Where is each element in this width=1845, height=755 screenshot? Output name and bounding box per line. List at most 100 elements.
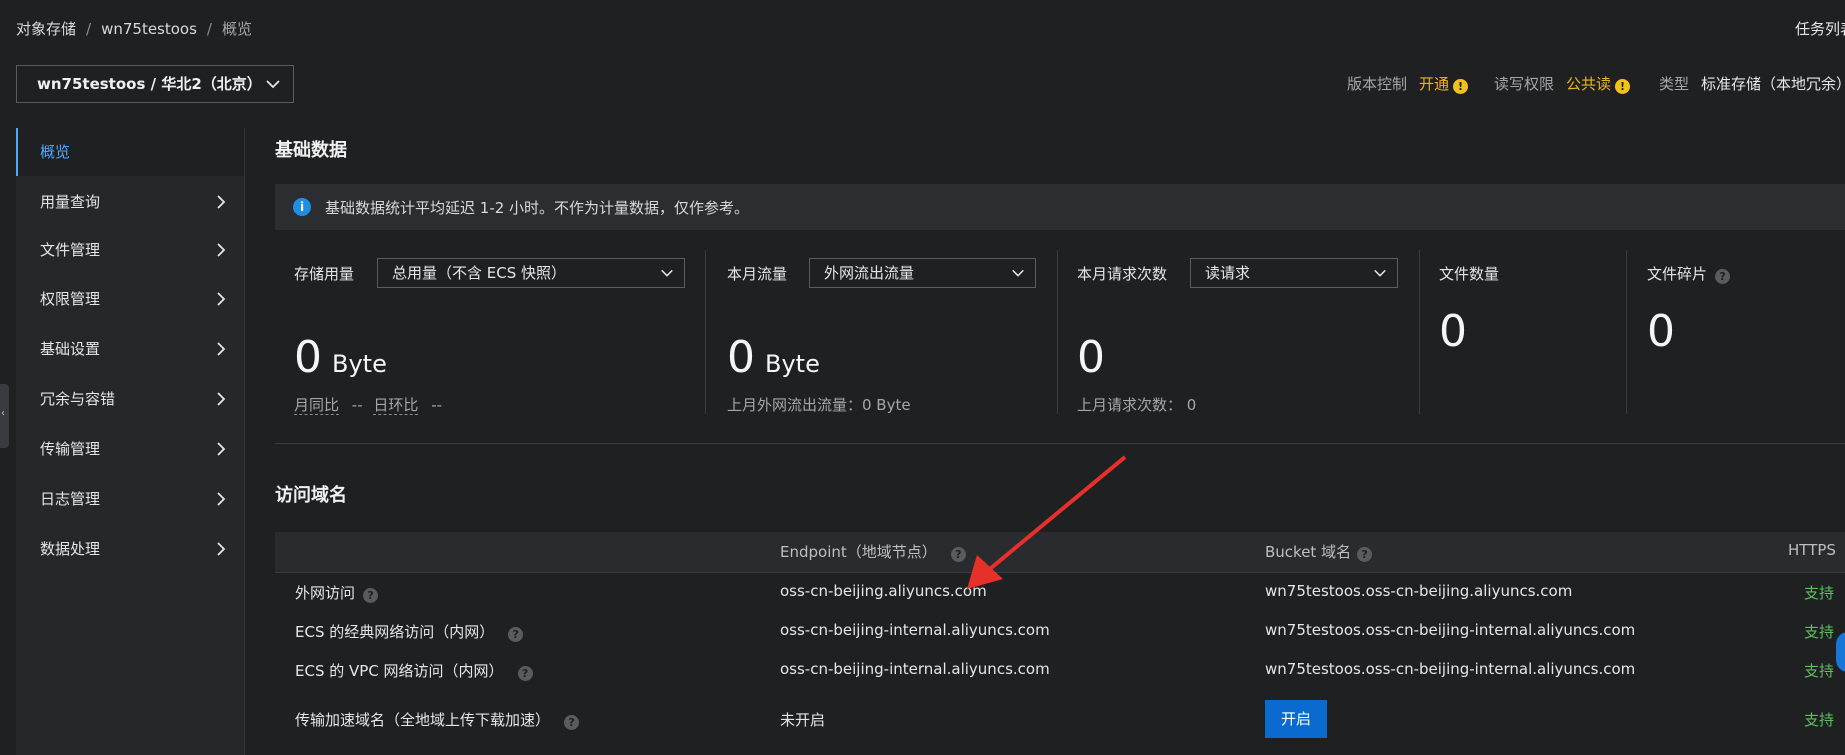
row-https-status: 支持 — [1804, 662, 1835, 680]
chevron-right-icon — [217, 442, 226, 456]
storage-type-value: 标准存储（本地冗余） — [1701, 75, 1845, 93]
row-https-status: 支持 — [1804, 711, 1835, 729]
column-header-label: Endpoint（地域节点） — [780, 543, 937, 561]
sidebar-item-overview[interactable]: 概览 — [16, 128, 244, 176]
storage-usage-label: 存储用量 — [294, 265, 355, 283]
row-name-text: ECS 的 VPC 网络访问（内网） — [295, 662, 504, 680]
row-bucket-domain[interactable]: wn75testoos.oss-cn-beijing-internal.aliy… — [1265, 621, 1635, 639]
requests-label: 本月请求次数 — [1077, 265, 1168, 283]
chevron-right-icon — [217, 195, 226, 209]
sidebar-item-label: 数据处理 — [40, 540, 101, 558]
version-control-value[interactable]: 开通 — [1419, 75, 1449, 93]
help-icon[interactable]: ? — [1715, 269, 1731, 284]
bucket-selector-label: wn75testoos / 华北2（北京） — [37, 75, 262, 93]
acl-label: 读写权限 — [1494, 75, 1555, 93]
row-endpoint[interactable]: oss-cn-beijing-internal.aliyuncs.com — [780, 660, 1050, 678]
collapse-arrow-icon: ‹ — [1, 408, 5, 419]
help-icon[interactable]: ? — [564, 715, 580, 730]
storage-value-unit: Byte — [332, 350, 387, 378]
help-icon[interactable]: ? — [508, 627, 524, 642]
breadcrumb-item[interactable]: wn75testoos — [101, 20, 197, 38]
dod-label[interactable]: 日环比 — [373, 396, 419, 415]
sidebar-item-label: 冗余与容错 — [40, 390, 116, 408]
row-name-text: 传输加速域名（全地域上传下载加速） — [295, 711, 551, 729]
breadcrumb: 对象存储 / wn75testoos / 概览 — [16, 18, 252, 39]
column-header-label: Bucket 域名 — [1265, 543, 1352, 561]
chevron-right-icon — [217, 542, 226, 556]
row-https-status: 支持 — [1804, 623, 1835, 641]
row-bucket-domain[interactable]: wn75testoos.oss-cn-beijing.aliyuncs.com — [1265, 582, 1572, 600]
requests-value: 0 — [1077, 332, 1105, 383]
row-name-text: ECS 的经典网络访问（内网） — [295, 623, 495, 641]
acl-value[interactable]: 公共读 — [1566, 75, 1611, 93]
annotation-arrow — [967, 455, 1127, 589]
row-endpoint: 未开启 — [780, 711, 826, 729]
acl-status: 读写权限 公共读! — [1494, 73, 1631, 94]
sidebar-item-transfer[interactable]: 传输管理 — [16, 425, 244, 473]
sidebar-item-basic-settings[interactable]: 基础设置 — [16, 325, 244, 373]
chevron-down-icon — [1374, 269, 1386, 277]
fragments-label-text: 文件碎片 — [1647, 265, 1708, 283]
section-divider — [275, 443, 1845, 444]
chevron-down-icon — [661, 269, 673, 277]
stat-divider — [1057, 250, 1058, 414]
basic-data-notice: i 基础数据统计平均延迟 1-2 小时。不作为计量数据，仅作参考。 — [275, 184, 1845, 230]
requests-select[interactable]: 读请求 — [1190, 258, 1398, 288]
storage-type-label: 类型 — [1659, 75, 1690, 93]
row-name: ECS 的经典网络访问（内网）? — [295, 621, 524, 642]
help-icon[interactable]: ? — [1357, 547, 1373, 562]
bucket-selector[interactable]: wn75testoos / 华北2（北京） — [16, 65, 294, 103]
breadcrumb-separator: / — [206, 20, 212, 38]
traffic-label: 本月流量 — [727, 265, 788, 283]
row-bucket-domain[interactable]: wn75testoos.oss-cn-beijing-internal.aliy… — [1265, 660, 1635, 678]
info-icon: i — [293, 198, 311, 216]
floating-help-button[interactable] — [1836, 632, 1845, 672]
sidebar-item-label: 文件管理 — [40, 241, 101, 259]
column-header-endpoint: Endpoint（地域节点）? — [780, 541, 966, 562]
stat-divider — [1419, 250, 1420, 414]
fragments-label: 文件碎片? — [1647, 263, 1731, 284]
sidebar-item-label: 权限管理 — [40, 290, 101, 308]
storage-comparison: 月同比 -- 日环比 -- — [294, 394, 442, 415]
sidebar-item-data-processing[interactable]: 数据处理 — [16, 525, 244, 573]
sidebar-item-label: 基础设置 — [40, 340, 101, 358]
chevron-right-icon — [217, 292, 226, 306]
row-https-status: 支持 — [1804, 584, 1835, 602]
sidebar-item-label: 传输管理 — [40, 440, 101, 458]
version-control-status: 版本控制 开通! — [1347, 73, 1469, 94]
breadcrumb-item[interactable]: 对象存储 — [16, 20, 76, 38]
sidebar-item-permissions[interactable]: 权限管理 — [16, 275, 244, 323]
sidebar-item-redundancy[interactable]: 冗余与容错 — [16, 375, 244, 423]
storage-usage-value: 0 Byte — [294, 332, 387, 383]
row-name: 传输加速域名（全地域上传下载加速）? — [295, 709, 580, 730]
column-header-https: HTTPS — [1788, 541, 1836, 559]
sidebar-item-label: 日志管理 — [40, 490, 101, 508]
help-icon[interactable]: ? — [363, 588, 379, 603]
storage-usage-select[interactable]: 总用量（不含 ECS 快照） — [377, 258, 685, 288]
mom-label[interactable]: 月同比 — [294, 396, 340, 415]
traffic-select[interactable]: 外网流出流量 — [809, 258, 1036, 288]
row-endpoint[interactable]: oss-cn-beijing-internal.aliyuncs.com — [780, 621, 1050, 639]
sidebar-collapse-handle[interactable]: ‹ — [0, 384, 9, 448]
help-icon[interactable]: ? — [517, 666, 533, 681]
sidebar-item-label: 用量查询 — [40, 193, 101, 211]
warning-icon: ! — [1453, 79, 1469, 94]
mom-value: -- — [351, 396, 363, 414]
column-header-bucket-domain: Bucket 域名? — [1265, 541, 1373, 562]
breadcrumb-current: 概览 — [221, 20, 252, 38]
chevron-right-icon — [217, 243, 226, 257]
fragments-value: 0 — [1647, 306, 1675, 357]
enable-acceleration-button[interactable]: 开启 — [1265, 700, 1327, 738]
file-count-label: 文件数量 — [1439, 265, 1500, 283]
warning-icon: ! — [1615, 79, 1631, 94]
stat-divider — [705, 250, 706, 414]
select-value: 读请求 — [1205, 264, 1251, 282]
sidebar-item-logs[interactable]: 日志管理 — [16, 475, 244, 523]
sidebar-item-files[interactable]: 文件管理 — [16, 226, 244, 274]
chevron-down-icon — [266, 80, 280, 89]
select-value: 外网流出流量 — [824, 264, 915, 282]
sidebar-item-usage[interactable]: 用量查询 — [16, 178, 244, 226]
task-list-link[interactable]: 任务列表 — [1795, 18, 1845, 39]
chevron-down-icon — [1012, 269, 1024, 277]
breadcrumb-separator: / — [86, 20, 92, 38]
